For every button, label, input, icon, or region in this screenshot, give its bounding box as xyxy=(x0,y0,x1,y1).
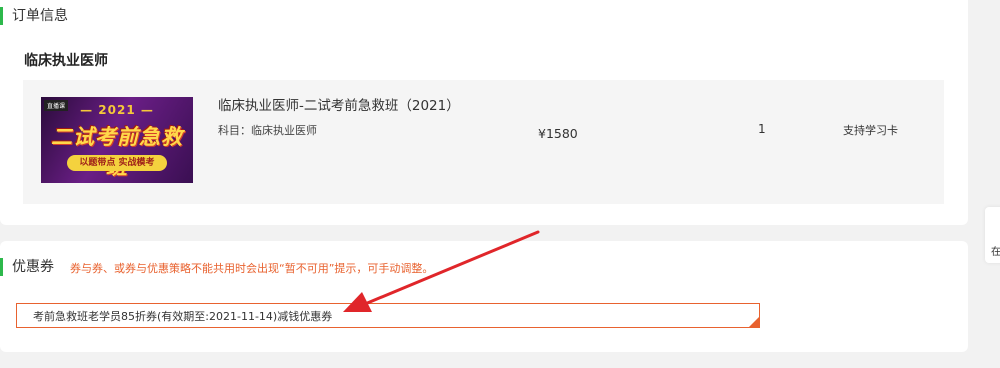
study-card-support: 支持学习卡 xyxy=(843,124,898,137)
coupon-hint: 券与券、或券与优惠策略不能共用时会出现“暂不可用”提示，可手动调整。 xyxy=(70,262,434,275)
thumbnail-ribbon: 以题带点 实战模考 xyxy=(67,155,167,171)
coupon-selected-value: 考前急救班老学员85折券(有效期至:2021-11-14)减钱优惠券 xyxy=(33,310,333,323)
thumbnail-year: — 2021 — xyxy=(80,103,154,117)
thumbnail-headline: 二试考前急救班 xyxy=(51,125,183,179)
dropdown-corner-icon[interactable] xyxy=(749,317,759,327)
coupon-title: 优惠券 xyxy=(0,258,54,276)
coupon-card: 优惠券 券与券、或券与优惠策略不能共用时会出现“暂不可用”提示，可手动调整。 考… xyxy=(0,241,968,352)
course-group-title: 临床执业医师 xyxy=(24,53,108,69)
course-subject: 科目：临床执业医师 xyxy=(218,124,317,137)
order-item-row: 直播课 — 2021 — 二试考前急救班 以题带点 实战模考 临床执业医师-二试… xyxy=(23,80,944,204)
course-price: ¥1580 xyxy=(538,126,578,141)
course-quantity: 1 xyxy=(758,122,766,136)
order-info-title: 订单信息 xyxy=(0,7,68,25)
coupon-select[interactable]: 考前急救班老学员85折券(有效期至:2021-11-14)减钱优惠券 xyxy=(16,303,760,328)
side-tab-label: 在 xyxy=(991,247,1000,258)
course-thumbnail: 直播课 — 2021 — 二试考前急救班 以题带点 实战模考 xyxy=(41,97,193,183)
order-info-card: 订单信息 临床执业医师 直播课 — 2021 — 二试考前急救班 以题带点 实战… xyxy=(0,0,968,225)
course-name: 临床执业医师-二试考前急救班（2021） xyxy=(218,98,460,114)
side-float-tab[interactable]: 在 xyxy=(985,207,1000,263)
